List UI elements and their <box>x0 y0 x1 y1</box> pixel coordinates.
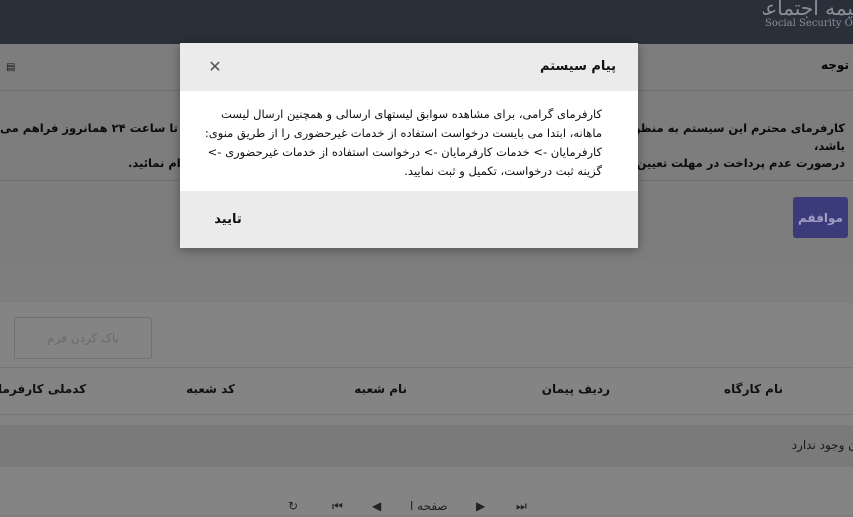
next-page-icon[interactable]: ▶ <box>476 499 485 513</box>
top-bar: بیمه اجتماعی Social Security O <box>0 0 853 44</box>
refresh-icon[interactable]: ↻ <box>288 499 298 513</box>
dialog-text-line-2: ماهانه، ابتدا می بایست درخواست استفاده ا… <box>204 126 602 140</box>
column-header-branch-code[interactable]: کد شعبه <box>186 382 235 396</box>
logo: بیمه اجتماعی Social Security O <box>763 0 853 44</box>
dialog-title: پیام سیستم <box>540 59 616 74</box>
pagination: ↻ ⏮ ◀ صفحه ا ▶ ⏭ <box>280 499 540 517</box>
agree-button[interactable]: موافقم <box>793 197 848 238</box>
table-header: نام کارگاه ردیف پیمان نام شعبه کد شعبه ک… <box>0 367 853 415</box>
dialog-text-line-1: کارفرمای گرامی، برای مشاهده سوابق لیستها… <box>220 107 602 121</box>
column-header-branch-name[interactable]: نام شعبه <box>354 382 407 396</box>
search-section: پاک کردن فرم نام کارگاه ردیف پیمان نام ش… <box>0 303 853 514</box>
last-page-icon[interactable]: ⏭ <box>516 499 527 514</box>
system-message-dialog: پیام سیستم ✕ کارفرمای گرامی، برای مشاهده… <box>180 43 638 248</box>
dialog-body: کارفرمای گرامی، برای مشاهده سوابق لیستها… <box>204 105 602 181</box>
column-header-contract-row[interactable]: ردیف پیمان <box>542 382 610 396</box>
column-header-workshop-name[interactable]: نام کارگاه <box>724 382 783 396</box>
close-icon[interactable]: ✕ <box>208 57 222 76</box>
dialog-header: پیام سیستم ✕ <box>180 43 638 91</box>
notice-title: توجه <box>821 58 849 72</box>
window-minimize-icon[interactable]: ▤ <box>6 62 15 73</box>
notice-line-2: باشد، <box>814 139 845 153</box>
table-empty-row: ن وجود ندارد <box>0 425 853 467</box>
confirm-button[interactable]: تایید <box>206 205 250 233</box>
column-header-employer-national-id[interactable]: کدملی کارفرما <box>0 382 86 396</box>
logo-text-en: Social Security O <box>765 18 853 29</box>
dialog-footer: تایید <box>180 191 638 248</box>
empty-message: ن وجود ندارد <box>791 438 853 452</box>
dialog-text-line-3: کارفرمایان -> خدمات کارفرمایان -> درخواس… <box>207 145 602 159</box>
page-label: صفحه ا <box>410 499 448 513</box>
first-page-icon[interactable]: ⏮ <box>332 499 343 514</box>
dialog-text-line-4: گزینه ثبت درخواست، تکمیل و ثبت نمایید. <box>404 164 602 178</box>
prev-page-icon[interactable]: ◀ <box>372 499 381 513</box>
logo-text-fa: بیمه اجتماعی <box>763 0 853 20</box>
clear-form-button[interactable]: پاک کردن فرم <box>14 317 152 359</box>
